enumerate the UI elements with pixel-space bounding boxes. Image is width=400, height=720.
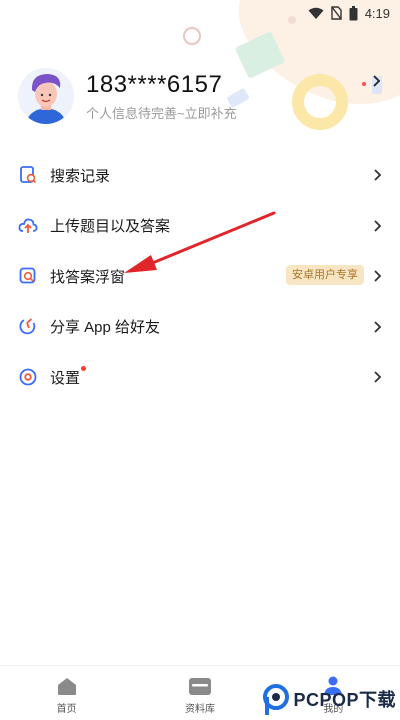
nav-label: 资料库 bbox=[184, 704, 215, 715]
no-sim-icon bbox=[330, 6, 342, 20]
menu-item-settings[interactable]: 设置 bbox=[0, 352, 400, 403]
status-bar: 4:19 bbox=[0, 0, 400, 26]
menu-item-upload[interactable]: 上传题目以及答案 bbox=[0, 201, 400, 252]
profile-phone: 183****6157 bbox=[86, 71, 223, 98]
avatar[interactable] bbox=[18, 68, 74, 124]
status-time: 4:19 bbox=[364, 5, 390, 21]
search-history-icon bbox=[18, 165, 38, 185]
settings-notification-dot bbox=[81, 366, 86, 371]
chevron-right-icon[interactable] bbox=[370, 74, 384, 88]
profile-subtitle[interactable]: 个人信息待完善~立即补充 bbox=[86, 103, 386, 122]
wifi-icon bbox=[308, 7, 324, 19]
chevron-right-icon bbox=[374, 219, 382, 232]
chevron-right-icon bbox=[374, 371, 382, 383]
menu-label: 分享 App 给好友 bbox=[50, 319, 161, 337]
watermark: PCPOP下载 bbox=[261, 682, 396, 716]
menu-label: 找答案浮窗 bbox=[50, 268, 126, 286]
menu-item-floating-window[interactable]: 找答案浮窗 安卓用户专享 bbox=[0, 251, 400, 302]
nav-label: 首页 bbox=[56, 704, 77, 715]
menu-label: 设置 bbox=[50, 369, 81, 387]
upload-icon bbox=[18, 216, 38, 236]
floating-window-icon bbox=[18, 266, 38, 286]
share-icon bbox=[18, 317, 38, 337]
chevron-right-icon bbox=[374, 270, 382, 282]
battery-icon bbox=[349, 5, 358, 20]
android-exclusive-badge: 安卓用户专享 bbox=[286, 265, 364, 285]
nav-item-home[interactable]: 首页 bbox=[27, 666, 107, 715]
home-icon bbox=[57, 678, 76, 695]
profile-header[interactable]: 183****6157 个人信息待完善~立即补充 bbox=[18, 66, 386, 126]
profile-notification-dot bbox=[362, 82, 366, 86]
menu-list: 搜索记录 上传题目以及答案 找答案浮窗 安卓用户专享 分享 App 给好友 设置 bbox=[0, 150, 400, 403]
chevron-right-icon bbox=[374, 320, 382, 333]
settings-icon bbox=[18, 367, 38, 387]
avatar-illustration bbox=[18, 68, 74, 124]
menu-item-share[interactable]: 分享 App 给好友 bbox=[0, 302, 400, 353]
menu-label: 搜索记录 bbox=[50, 167, 111, 185]
folder-icon bbox=[188, 678, 211, 695]
menu-label: 上传题目以及答案 bbox=[50, 218, 171, 236]
chevron-right-icon bbox=[374, 169, 382, 181]
nav-item-library[interactable]: 资料库 bbox=[160, 666, 240, 715]
watermark-text: PCPOP下载 bbox=[293, 690, 396, 710]
menu-item-search-history[interactable]: 搜索记录 bbox=[0, 150, 400, 201]
pcpop-logo-icon bbox=[263, 684, 290, 715]
